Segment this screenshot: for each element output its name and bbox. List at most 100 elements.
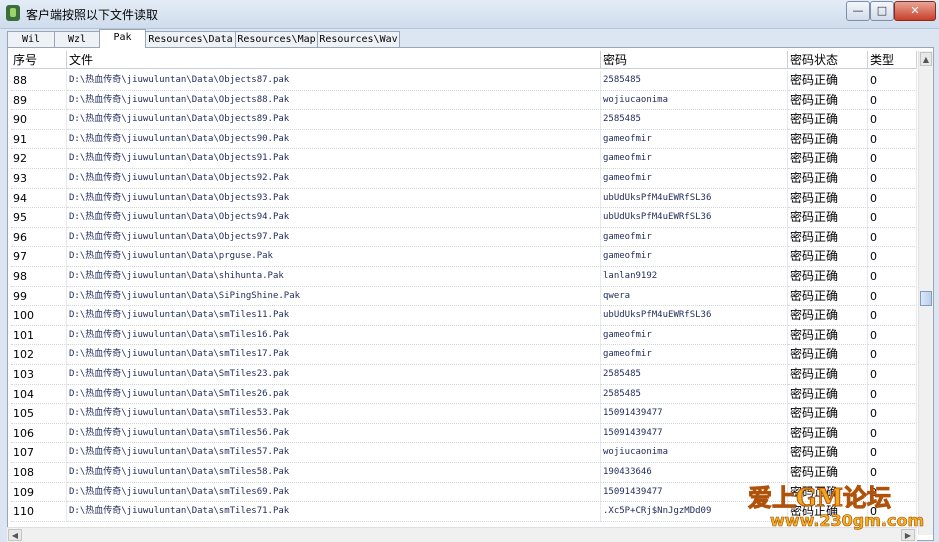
cell-file-path: D:\热血传奇\jiuwuluntan\Data\smTiles16.Pak bbox=[67, 325, 601, 346]
cell-type: 0 bbox=[868, 169, 917, 189]
cell-type: 0 bbox=[868, 129, 917, 150]
column-header-type[interactable]: 类型 bbox=[868, 51, 917, 69]
table-row[interactable]: 89 D:\热血传奇\jiuwuluntan\Data\Objects88.Pak… bbox=[11, 90, 917, 111]
table-body: 88 D:\热血传奇\jiuwuluntan\Data\Objects87.pak… bbox=[11, 71, 917, 541]
cell-password: 2585485 bbox=[601, 110, 788, 130]
table-row[interactable]: 98 D:\热血传奇\jiuwuluntan\Data\shihunta.Pak l… bbox=[11, 267, 917, 287]
cell-password: qwera bbox=[601, 286, 788, 307]
cell-password-status: 密码正确 bbox=[788, 71, 868, 91]
cell-type: 0 bbox=[868, 267, 917, 287]
cell-index: 97 bbox=[11, 247, 67, 267]
cell-file-path: D:\热血传奇\jiuwuluntan\Data\Objects93.Pak bbox=[67, 188, 601, 209]
cell-file-path: D:\热血传奇\jiuwuluntan\Data\smTiles53.Pak bbox=[67, 404, 601, 424]
cell-type: 0 bbox=[868, 443, 917, 463]
cell-index: 107 bbox=[11, 443, 67, 463]
cell-file-path: D:\热血传奇\jiuwuluntan\Data\SmTiles23.pak bbox=[67, 365, 601, 385]
table-row[interactable]: 96 D:\热血传奇\jiuwuluntan\Data\Objects97.Pak… bbox=[11, 227, 917, 248]
column-header-password[interactable]: 密码 bbox=[601, 51, 788, 69]
cell-file-path: D:\热血传奇\jiuwuluntan\Data\Objects87.pak bbox=[67, 71, 601, 91]
cell-password-status: 密码正确 bbox=[788, 286, 868, 307]
vertical-scroll-thumb[interactable] bbox=[920, 291, 932, 306]
cell-file-path: D:\热血传奇\jiuwuluntan\Data\smTiles69.Pak bbox=[67, 482, 601, 503]
scroll-up-arrow-icon[interactable]: ▲ bbox=[920, 52, 932, 66]
cell-index: 88 bbox=[11, 71, 67, 91]
close-button[interactable]: ✕ bbox=[894, 1, 936, 21]
file-list-panel: 序号 文件 密码 密码状态 类型 88 D:\热血传奇\jiuwuluntan\D… bbox=[7, 47, 934, 541]
cell-file-path: D:\热血传奇\jiuwuluntan\Data\smTiles11.Pak bbox=[67, 306, 601, 326]
cell-type: 0 bbox=[868, 208, 917, 228]
minimize-button[interactable]: — bbox=[846, 1, 870, 21]
table-row[interactable]: 106 D:\热血传奇\jiuwuluntan\Data\smTiles56.Pa… bbox=[11, 423, 917, 444]
app-icon bbox=[6, 5, 20, 21]
cell-index: 91 bbox=[11, 129, 67, 150]
table-row[interactable]: 92 D:\热血传奇\jiuwuluntan\Data\Objects91.Pak… bbox=[11, 149, 917, 169]
table-row[interactable]: 97 D:\热血传奇\jiuwuluntan\Data\prguse.Pak gam… bbox=[11, 247, 917, 267]
table-row[interactable]: 102 D:\热血传奇\jiuwuluntan\Data\smTiles17.Pa… bbox=[11, 345, 917, 365]
cell-password: gameofmir bbox=[601, 227, 788, 248]
cell-index: 106 bbox=[11, 423, 67, 444]
table-header: 序号 文件 密码 密码状态 类型 bbox=[11, 51, 917, 70]
table-row[interactable]: 95 D:\热血传奇\jiuwuluntan\Data\Objects94.Pak… bbox=[11, 208, 917, 228]
tab-wzl[interactable]: Wzl bbox=[54, 31, 100, 47]
cell-type: 0 bbox=[868, 110, 917, 130]
tab-resources-data[interactable]: Resources\Data bbox=[145, 31, 236, 47]
cell-file-path: D:\热血传奇\jiuwuluntan\Data\smTiles57.Pak bbox=[67, 443, 601, 463]
tab-pak[interactable]: Pak bbox=[99, 29, 146, 48]
table-row[interactable]: 104 D:\热血传奇\jiuwuluntan\Data\SmTiles26.pa… bbox=[11, 384, 917, 405]
cell-type: 0 bbox=[868, 306, 917, 326]
cell-file-path: D:\热血传奇\jiuwuluntan\Data\Objects90.Pak bbox=[67, 129, 601, 150]
cell-index: 93 bbox=[11, 169, 67, 189]
table-row[interactable]: 90 D:\热血传奇\jiuwuluntan\Data\Objects89.Pak… bbox=[11, 110, 917, 130]
cell-password: ubUdUksPfM4uEWRfSL36 bbox=[601, 306, 788, 326]
cell-file-path: D:\热血传奇\jiuwuluntan\Data\Objects91.Pak bbox=[67, 149, 601, 169]
scroll-left-arrow-icon[interactable]: ◀ bbox=[8, 529, 22, 541]
cell-password: gameofmir bbox=[601, 325, 788, 346]
cell-type: 0 bbox=[868, 71, 917, 91]
cell-index: 104 bbox=[11, 384, 67, 405]
cell-password-status: 密码正确 bbox=[788, 90, 868, 111]
column-header-file[interactable]: 文件 bbox=[67, 51, 601, 69]
table-row[interactable]: 93 D:\热血传奇\jiuwuluntan\Data\Objects92.Pak… bbox=[11, 169, 917, 189]
tab-resources-map[interactable]: Resources\Map bbox=[235, 31, 318, 47]
table-row[interactable]: 99 D:\热血传奇\jiuwuluntan\Data\SiPingShine.P… bbox=[11, 286, 917, 307]
cell-password: gameofmir bbox=[601, 247, 788, 267]
table-row[interactable]: 103 D:\热血传奇\jiuwuluntan\Data\SmTiles23.pa… bbox=[11, 365, 917, 385]
cell-file-path: D:\热血传奇\jiuwuluntan\Data\Objects89.Pak bbox=[67, 110, 601, 130]
table-row[interactable]: 100 D:\热血传奇\jiuwuluntan\Data\smTiles11.Pa… bbox=[11, 306, 917, 326]
cell-password-status: 密码正确 bbox=[788, 267, 868, 287]
cell-password-status: 密码正确 bbox=[788, 325, 868, 346]
tab-resources-wav[interactable]: Resources\Wav bbox=[317, 31, 400, 47]
cell-index: 98 bbox=[11, 267, 67, 287]
cell-password-status: 密码正确 bbox=[788, 129, 868, 150]
cell-index: 90 bbox=[11, 110, 67, 130]
cell-type: 0 bbox=[868, 188, 917, 209]
cell-type: 0 bbox=[868, 247, 917, 267]
tab-wil[interactable]: Wil bbox=[7, 31, 55, 47]
cell-password-status: 密码正确 bbox=[788, 208, 868, 228]
cell-file-path: D:\热血传奇\jiuwuluntan\Data\SiPingShine.Pak bbox=[67, 286, 601, 307]
cell-index: 99 bbox=[11, 286, 67, 307]
table-row[interactable]: 107 D:\热血传奇\jiuwuluntan\Data\smTiles57.Pa… bbox=[11, 443, 917, 463]
cell-file-path: D:\热血传奇\jiuwuluntan\Data\smTiles71.Pak bbox=[67, 502, 601, 522]
cell-password-status: 密码正确 bbox=[788, 110, 868, 130]
cell-password-status: 密码正确 bbox=[788, 188, 868, 209]
maximize-button[interactable]: □ bbox=[870, 1, 894, 21]
table-row[interactable]: 91 D:\热血传奇\jiuwuluntan\Data\Objects90.Pak… bbox=[11, 129, 917, 150]
cell-index: 102 bbox=[11, 345, 67, 365]
table-row[interactable]: 101 D:\热血传奇\jiuwuluntan\Data\smTiles16.Pa… bbox=[11, 325, 917, 346]
cell-file-path: D:\热血传奇\jiuwuluntan\Data\SmTiles26.pak bbox=[67, 384, 601, 405]
column-header-index[interactable]: 序号 bbox=[11, 51, 67, 69]
cell-password-status: 密码正确 bbox=[788, 423, 868, 444]
cell-type: 0 bbox=[868, 404, 917, 424]
vertical-scrollbar[interactable]: ▲ bbox=[918, 51, 933, 535]
cell-password-status: 密码正确 bbox=[788, 404, 868, 424]
table-row[interactable]: 105 D:\热血传奇\jiuwuluntan\Data\smTiles53.Pa… bbox=[11, 404, 917, 424]
title-bar: 客户端按照以下文件读取 — □ ✕ bbox=[0, 0, 939, 29]
cell-password: gameofmir bbox=[601, 345, 788, 365]
cell-password: 2585485 bbox=[601, 365, 788, 385]
table-row[interactable]: 94 D:\热血传奇\jiuwuluntan\Data\Objects93.Pak… bbox=[11, 188, 917, 209]
table-row[interactable]: 88 D:\热血传奇\jiuwuluntan\Data\Objects87.pak… bbox=[11, 71, 917, 91]
column-header-password-status[interactable]: 密码状态 bbox=[788, 51, 868, 69]
watermark-title: 爱上GM论坛 bbox=[747, 483, 892, 513]
cell-type: 0 bbox=[868, 325, 917, 346]
